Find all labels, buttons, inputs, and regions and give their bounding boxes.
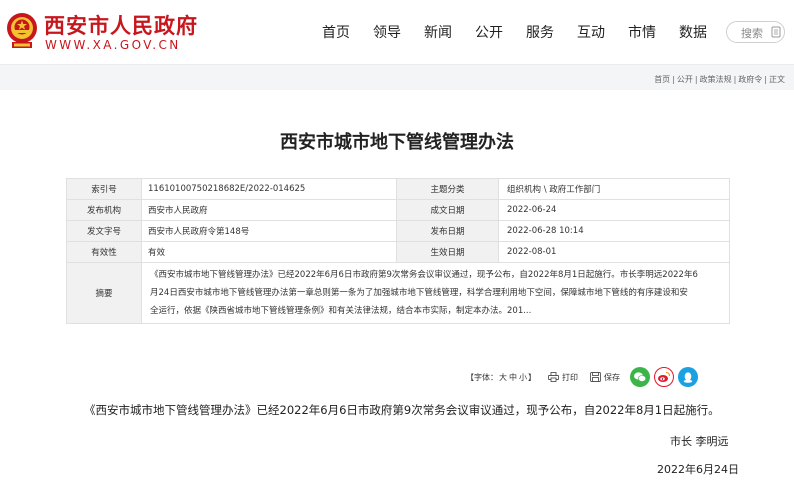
abstract-line: 《西安市城市地下管线管理办法》已经2022年6月6日市政府第9次常务会议审议通过… [150, 270, 698, 280]
breadcrumb-decree[interactable]: 政府令 [738, 75, 762, 84]
site-name[interactable]: 西安市人民政府 [44, 10, 198, 40]
index-value: 11610100750218682E/2022-014625 [141, 178, 397, 200]
article-tools: 【字体：大中小】 打印 保存 [466, 367, 702, 387]
print-label: 打印 [562, 372, 578, 382]
nav-public[interactable]: 公开 [475, 22, 503, 42]
issuer-label: 发布机构 [66, 199, 142, 221]
article-body-paragraph: 《西安市城市地下管线管理办法》已经2022年6月6日市政府第9次常务会议审议通过… [84, 403, 720, 417]
topic-label: 主题分类 [396, 178, 499, 200]
breadcrumb-policy[interactable]: 政策法规 [700, 75, 732, 84]
page-title: 西安市城市地下管线管理办法 [280, 132, 514, 153]
breadcrumb-current: 正文 [769, 75, 785, 84]
breadcrumb-sep: | [672, 75, 675, 84]
qq-share-button[interactable] [678, 367, 698, 387]
site-header: 西安市人民政府 WWW.XA.GOV.CN 首页 领导 新闻 公开 服务 互动 … [0, 0, 794, 64]
document-info-table: 索引号 11610100750218682E/2022-014625 主题分类 … [66, 178, 730, 324]
save-label: 保存 [604, 372, 620, 382]
nav-interaction[interactable]: 互动 [577, 22, 605, 42]
search-icon[interactable] [770, 25, 782, 39]
save-button[interactable]: 保存 [590, 372, 620, 383]
abstract-line: 月24日西安市城市地下管线管理办法第一章总则第一条为了加强城市地下管线管理，科学… [150, 288, 688, 298]
created-date-label: 成文日期 [396, 199, 499, 221]
printer-icon [548, 372, 559, 382]
table-row: 发布机构 西安市人民政府 成文日期 2022-06-24 [66, 199, 730, 221]
abstract-label: 摘要 [66, 262, 142, 324]
nav-services[interactable]: 服务 [526, 22, 554, 42]
abstract-value: 《西安市城市地下管线管理办法》已经2022年6月6日市政府第9次常务会议审议通过… [141, 262, 730, 324]
main-nav: 首页 领导 新闻 公开 服务 互动 市情 数据 [322, 22, 730, 42]
font-size-label: 【字体： [466, 372, 498, 382]
validity-value: 有效 [141, 241, 397, 263]
table-row: 有效性 有效 生效日期 2022-08-01 [66, 241, 730, 263]
table-row: 摘要 《西安市城市地下管线管理办法》已经2022年6月6日市政府第9次常务会议审… [66, 262, 730, 324]
save-icon [590, 372, 601, 382]
font-size-close: 】 [528, 372, 536, 382]
table-row: 索引号 11610100750218682E/2022-014625 主题分类 … [66, 178, 730, 200]
search-placeholder: 搜索 [741, 27, 763, 40]
effective-date-value: 2022-08-01 [498, 241, 730, 263]
wechat-share-button[interactable] [630, 367, 650, 387]
site-domain: WWW.XA.GOV.CN [45, 38, 181, 52]
breadcrumb-home[interactable]: 首页 [654, 75, 670, 84]
published-date-value: 2022-06-28 10:14 [498, 220, 730, 242]
breadcrumb-public[interactable]: 公开 [677, 75, 693, 84]
weibo-icon [658, 371, 671, 382]
created-date-value: 2022-06-24 [498, 199, 730, 221]
breadcrumb-bar: 首页 | 公开 | 政策法规 | 政府令 | 正文 [0, 64, 794, 90]
weibo-share-button[interactable] [654, 367, 674, 387]
abstract-line: 全运行，依据《陕西省城市地下管线管理条例》和有关法律法规，结合本市实际，制定本办… [150, 306, 532, 316]
nav-data[interactable]: 数据 [679, 22, 707, 42]
nav-home[interactable]: 首页 [322, 22, 350, 42]
qq-icon [683, 372, 693, 383]
font-large-button[interactable]: 大 [499, 373, 507, 382]
national-emblem-icon[interactable] [4, 11, 40, 51]
table-row: 发文字号 西安市人民政府令第148号 发布日期 2022-06-28 10:14 [66, 220, 730, 242]
search-box[interactable]: 搜索 [726, 21, 785, 43]
signer-line: 市长 李明远 [670, 435, 729, 448]
font-small-button[interactable]: 小 [519, 373, 527, 382]
effective-date-label: 生效日期 [396, 241, 499, 263]
topic-value: 组织机构 \ 政府工作部门 [498, 178, 730, 200]
breadcrumb-sep: | [694, 75, 698, 84]
doc-number-label: 发文字号 [66, 220, 142, 242]
nav-city-info[interactable]: 市情 [628, 22, 656, 42]
issuer-value: 西安市人民政府 [141, 199, 397, 221]
published-date-label: 发布日期 [396, 220, 499, 242]
index-label: 索引号 [66, 178, 142, 200]
breadcrumb: 首页 | 公开 | 政策法规 | 政府令 | 正文 [653, 74, 786, 85]
doc-number-value: 西安市人民政府令第148号 [141, 220, 397, 242]
font-size-switcher: 【字体：大中小】 [466, 372, 536, 383]
font-medium-button[interactable]: 中 [509, 373, 517, 382]
print-button[interactable]: 打印 [548, 372, 578, 383]
nav-news[interactable]: 新闻 [424, 22, 452, 42]
nav-leaders[interactable]: 领导 [373, 22, 401, 42]
breadcrumb-sep: | [733, 75, 737, 84]
wechat-icon [634, 372, 647, 382]
sign-date: 2022年6月24日 [657, 463, 739, 476]
validity-label: 有效性 [66, 241, 142, 263]
breadcrumb-sep: | [764, 75, 767, 84]
